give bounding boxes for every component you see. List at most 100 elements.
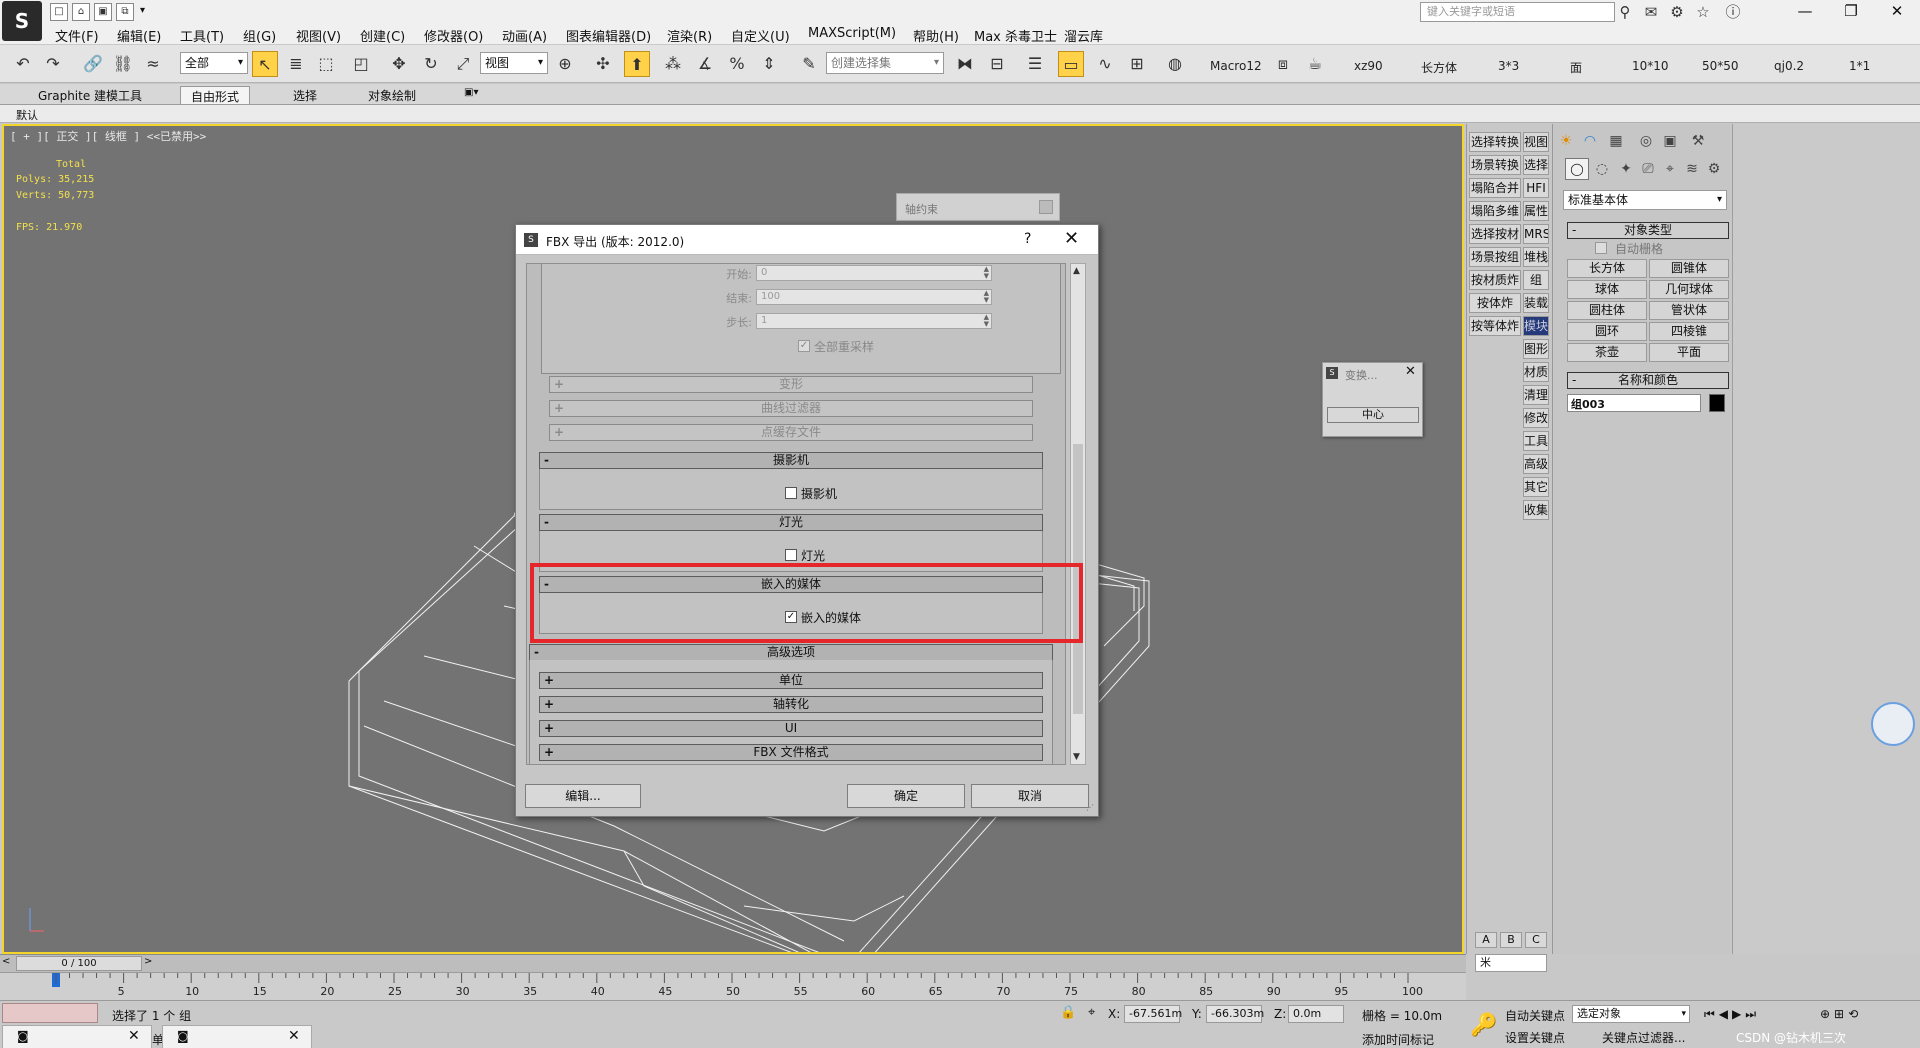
pivot-center-icon[interactable]: ⊕ [552,51,578,77]
save-file-icon[interactable]: ▣ [94,3,112,21]
rect-selection-icon[interactable]: ⬚ [313,51,339,77]
quick-access-dropdown-icon[interactable]: ▾ [140,5,145,16]
tab-selection[interactable]: 选择 [283,86,327,104]
keyboard-shortcut-toggle-icon[interactable]: ⬆ [624,51,650,77]
transform-dialog[interactable]: S 变换... ✕ 中心 [1322,362,1423,437]
layer-manager-icon[interactable]: ☰ [1022,51,1048,77]
select-by-name-icon[interactable]: ≣ [283,51,309,77]
menu-customize[interactable]: 自定义(U) [731,26,790,45]
assistant-avatar-icon[interactable] [1871,702,1915,746]
favorites-icon[interactable]: ☆ [1692,2,1714,22]
utilities-tab-icon[interactable]: ⚒ [1687,130,1709,152]
menu-graph-editors[interactable]: 图表编辑器(D) [566,26,651,45]
geometry-icon[interactable]: ◯ [1565,158,1589,180]
selection-filter-select[interactable]: 全部 ▾ [180,52,248,74]
end-input[interactable]: 100 ▲ ▼ [756,289,992,305]
menu-antivirus[interactable]: Max 杀毒卫士 [974,26,1057,45]
scale-icon[interactable]: ⤢ [450,51,476,77]
fbx-help-button[interactable]: ? [1024,231,1031,247]
side-script-button-right[interactable]: 高级 [1523,454,1549,474]
torus-button[interactable]: 圆环 [1567,322,1647,341]
menu-tools[interactable]: 工具(T) [180,26,224,45]
auto-key-button[interactable]: 自动关键点 [1505,1007,1565,1024]
scroll-down-icon[interactable]: ▼ [1073,752,1080,762]
fbx-edit-button[interactable]: 编辑... [525,784,641,808]
fbx-cancel-button[interactable]: 取消 [971,784,1089,808]
side-script-button-left[interactable]: 按材质炸 [1469,270,1521,290]
lights-icon[interactable]: ✦ [1615,158,1637,180]
fbx-options-scroll[interactable]: 开始: 0 ▲ ▼ 结束: 100 ▲ ▼ 步长: 1 ▲ ▼ ✓ 全部重采样 + 变形 + 曲… [526,263,1066,765]
side-script-button-right[interactable]: 模块 [1523,316,1549,336]
rollout-deform[interactable]: + 变形 [549,376,1033,393]
new-file-icon[interactable]: □ [50,3,68,21]
rollout-advanced[interactable]: - 高级选项 [529,644,1053,661]
z-coordinate-field[interactable]: 0.0m [1288,1005,1344,1023]
absolute-mode-icon[interactable]: ⌖ [1088,1005,1095,1020]
key-filters-button[interactable]: 关键点过滤器... [1602,1029,1685,1046]
taskbar-close-icon-1[interactable]: ✕ [128,1028,140,1044]
fbx-close-icon[interactable]: ✕ [1064,228,1079,249]
maxscript-listener[interactable] [2,1003,98,1023]
ribbon-default-label[interactable]: 默认 [16,107,38,123]
object-color-swatch[interactable] [1709,394,1725,412]
close-window-icon[interactable]: ✕ [1874,0,1920,24]
time-slider-thumb[interactable]: 0 / 100 [16,956,142,971]
window-crossing-icon[interactable]: ◰ [348,51,374,77]
lock-selection-icon[interactable]: 🔒 [1060,1005,1076,1020]
side-script-button-right[interactable]: 工具 [1523,431,1549,451]
script-button-macro12[interactable]: Macro12 [1210,59,1262,73]
percent-snap-icon[interactable]: % [724,51,750,77]
object-category-select[interactable]: 标准基本体 ▾ [1563,190,1727,210]
bind-space-warp-icon[interactable]: ≈ [140,51,166,77]
name-color-rollout[interactable]: - 名称和颜色 [1567,372,1729,389]
unit-select[interactable]: 米 [1475,954,1547,972]
side-script-button-right[interactable]: 其它 [1523,477,1549,497]
side-script-button-left[interactable]: 塌陷多维 [1469,201,1521,221]
curve-editor-icon[interactable]: ∿ [1092,51,1118,77]
project-folder-icon[interactable]: ⧉ [116,3,134,21]
minimize-icon[interactable]: — [1782,0,1828,24]
edit-named-selection-icon[interactable]: ✎ [796,51,822,77]
side-script-button-right[interactable]: 视图 [1523,132,1549,152]
taskbar-window-2[interactable]: ◙ ✕ [162,1025,312,1048]
side-script-button-right[interactable]: 组 [1523,270,1549,290]
cone-button[interactable]: 圆锥体 [1649,259,1729,278]
fbx-ok-button[interactable]: 确定 [847,784,965,808]
key-mode-select[interactable]: 选定对象 ▾ [1572,1005,1690,1023]
taskbar-window-1[interactable]: ◙ ✕ [2,1025,152,1048]
schematic-view-icon[interactable]: ⊞ [1124,51,1150,77]
menu-views[interactable]: 视图(V) [296,26,341,45]
render-setup-icon[interactable]: ⧈ [1270,51,1296,77]
reference-coord-select[interactable]: 视图 ▾ [480,52,548,74]
side-script-button-right[interactable]: 清理 [1523,385,1549,405]
rollout-camera[interactable]: - 摄影机 [539,452,1043,469]
tube-button[interactable]: 管状体 [1649,301,1729,320]
step-input[interactable]: 1 ▲ ▼ [756,313,992,329]
playback-controls-icon[interactable]: ⏮◀▶⏭ [1704,1007,1760,1022]
move-icon[interactable]: ✥ [386,51,412,77]
link-icon[interactable]: 🔗 [80,51,106,77]
material-editor-icon[interactable]: ◍ [1162,51,1188,77]
script-button-10x10[interactable]: 10*10 [1632,59,1669,73]
display-tab-icon[interactable]: ▣ [1659,130,1681,152]
time-prev-icon[interactable]: < [2,956,10,967]
axis-panel-close-icon[interactable] [1039,200,1053,214]
space-warps-icon[interactable]: ≋ [1681,158,1703,180]
search-input[interactable]: 键入关键字或短语 [1420,2,1615,22]
viewport-nav-icon[interactable]: ⊕⊞⟲ [1820,1007,1862,1021]
rollout-fbx-file-format[interactable]: + FBX 文件格式 [539,744,1043,761]
create-tab-icon[interactable]: ☀ [1555,130,1577,152]
angle-snap-icon[interactable]: ∡ [692,51,718,77]
ribbon-toggle-icon[interactable]: ▭ [1058,51,1084,77]
teapot-button[interactable]: 茶壶 [1567,343,1647,362]
cylinder-button[interactable]: 圆柱体 [1567,301,1647,320]
tab-freeform[interactable]: 自由形式 [180,86,251,104]
select-object-icon[interactable]: ↖ [252,51,278,77]
mirror-icon[interactable]: ⧓ [952,51,978,77]
ribbon-options-dropdown-icon[interactable]: ▣▾ [464,87,478,98]
menu-group[interactable]: 组(G) [243,26,276,45]
pyramid-button[interactable]: 四棱锥 [1649,322,1729,341]
render-frame-icon[interactable]: ☕ [1302,51,1328,77]
box-button[interactable]: 长方体 [1567,259,1647,278]
menu-maxscript[interactable]: MAXScript(M) [808,26,896,41]
